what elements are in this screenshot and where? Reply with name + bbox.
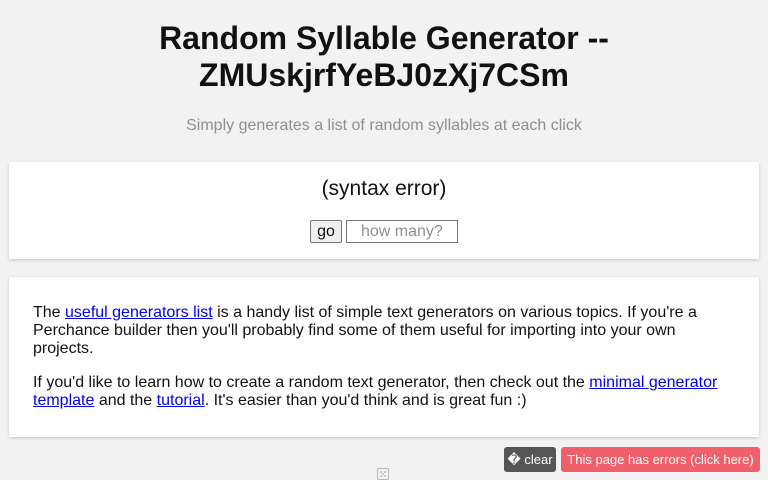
count-input[interactable] (345, 220, 458, 243)
info-text-span: . It's easier than you'd think and is gr… (204, 392, 527, 409)
clear-button[interactable]: � clear (504, 447, 556, 472)
info-text-span: The (33, 304, 66, 321)
page-title: Random Syllable Generator -- ZMUskjrfYeB… (159, 20, 609, 93)
info-paragraph-1: The useful generators list is a handy li… (33, 304, 733, 358)
generator-controls: go (0, 220, 768, 243)
go-button[interactable]: go (310, 220, 342, 243)
generator-output: (syntax error) (321, 177, 447, 200)
info-text: The useful generators list is a handy li… (33, 304, 733, 426)
tutorial-link[interactable]: tutorial (157, 392, 205, 409)
page-subtitle: Simply generates a list of random syllab… (186, 117, 582, 134)
useful-generators-link[interactable]: useful generators list (65, 304, 213, 321)
info-text-span: If you'd like to learn how to create a r… (33, 374, 590, 391)
page: Random Syllable Generator -- ZMUskjrfYeB… (0, 0, 768, 480)
info-paragraph-2: If you'd like to learn how to create a r… (33, 374, 733, 410)
info-text-span: and the (94, 392, 157, 409)
clear-button-label: clear (520, 452, 553, 467)
dice-pip (384, 471, 386, 473)
dice-pip (380, 475, 382, 477)
errors-button[interactable]: This page has errors (click here) (561, 447, 760, 472)
trash-icon: � (507, 452, 521, 467)
dice-icon[interactable] (377, 468, 389, 480)
dice-pip (384, 475, 386, 477)
